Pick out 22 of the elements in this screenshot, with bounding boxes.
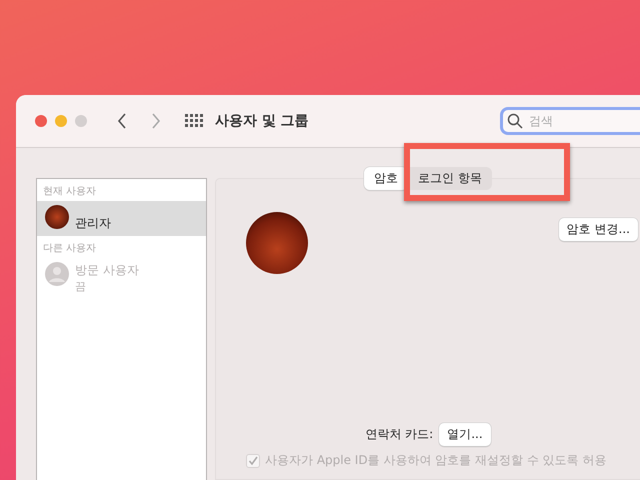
back-icon[interactable] xyxy=(117,113,127,129)
close-button[interactable] xyxy=(35,115,47,127)
search-icon xyxy=(507,113,523,129)
tab[interactable]: 로그인 항목 xyxy=(408,167,492,190)
photo-placeholder xyxy=(45,205,69,229)
user-status: 끔 xyxy=(75,279,87,294)
user-name: 방문 사용자 xyxy=(75,262,139,279)
section-heading: 다른 사용자 xyxy=(42,242,98,256)
grid-icon[interactable] xyxy=(185,114,203,128)
minimize-button[interactable] xyxy=(55,115,67,127)
search-field[interactable]: 검색 xyxy=(500,107,640,135)
user-icon xyxy=(45,262,69,286)
forward-icon[interactable] xyxy=(151,113,161,129)
change-password-button[interactable]: 암호 변경... xyxy=(558,218,638,241)
section-heading: 현재 사용자 xyxy=(42,185,98,199)
checkbox-label: 사용자가 Apple ID를 사용하여 암호를 재설정할 수 있도록 허용 xyxy=(265,452,606,469)
window-title: 사용자 및 그룹 xyxy=(215,112,309,130)
user-item[interactable]: 관리자 xyxy=(37,201,206,236)
contact-card-label: 연락처 카드: xyxy=(365,426,434,443)
user-name: 관리자 xyxy=(75,215,111,232)
zoom-button[interactable] xyxy=(75,115,87,127)
open-button[interactable]: 열기... xyxy=(439,423,491,446)
